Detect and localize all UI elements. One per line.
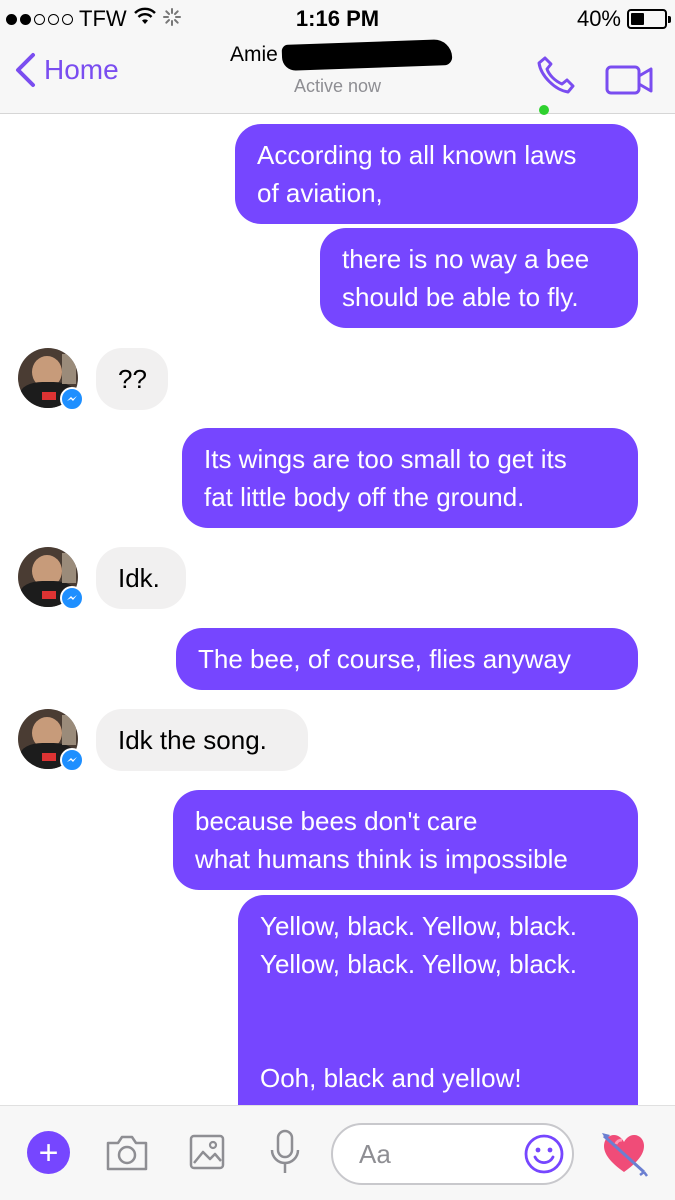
plus-icon[interactable]: + <box>27 1131 70 1174</box>
contact-name: Amie <box>230 43 278 66</box>
microphone-icon[interactable] <box>268 1128 302 1176</box>
conversation-header: Home Amie Active now <box>0 38 675 115</box>
message-input[interactable] <box>359 1139 509 1170</box>
incoming-message[interactable]: Idk the song. <box>96 709 308 771</box>
messenger-badge-icon <box>60 586 84 610</box>
phone-icon[interactable] <box>535 54 577 115</box>
outgoing-message[interactable]: because bees don't care what humans thin… <box>173 790 638 890</box>
battery-status: 40% <box>576 6 671 32</box>
messenger-badge-icon <box>60 387 84 411</box>
contact-name-row: Amie <box>220 39 455 71</box>
incoming-message[interactable]: ?? <box>96 348 168 410</box>
contact-status: Active now <box>293 76 382 96</box>
status-time: 1:16 PM <box>295 6 380 31</box>
battery-percent: 40% <box>576 6 621 31</box>
header-actions <box>535 54 653 115</box>
outgoing-message[interactable]: Its wings are too small to get its fat l… <box>182 428 638 528</box>
message-composer: + <box>0 1105 675 1200</box>
redaction-mark <box>281 39 453 71</box>
camera-icon[interactable] <box>104 1133 150 1173</box>
heart-arrow-icon[interactable] <box>600 1130 648 1178</box>
message-input-wrapper <box>331 1123 574 1185</box>
emoji-icon[interactable] <box>523 1133 565 1175</box>
battery-icon <box>627 9 671 29</box>
photo-icon[interactable] <box>188 1133 226 1171</box>
outgoing-message[interactable]: there is no way a bee should be able to … <box>320 228 638 328</box>
outgoing-message[interactable]: According to all known laws of aviation, <box>235 124 638 224</box>
status-bar: TFW 1:16 PM 40% <box>0 0 675 38</box>
back-label: Home <box>44 54 119 85</box>
video-camera-icon[interactable] <box>605 62 653 103</box>
incoming-message[interactable]: Idk. <box>96 547 186 609</box>
message-thread[interactable]: According to all known laws of aviation,… <box>0 115 675 1105</box>
back-button[interactable]: Home <box>14 52 119 88</box>
online-indicator <box>539 105 549 115</box>
chevron-left-icon <box>16 53 35 87</box>
outgoing-message[interactable]: Yellow, black. Yellow, black. Yellow, bl… <box>238 895 638 1105</box>
outgoing-message[interactable]: The bee, of course, flies anyway <box>176 628 638 690</box>
contact-info[interactable]: Amie Active now <box>220 39 455 97</box>
messenger-badge-icon <box>60 748 84 772</box>
